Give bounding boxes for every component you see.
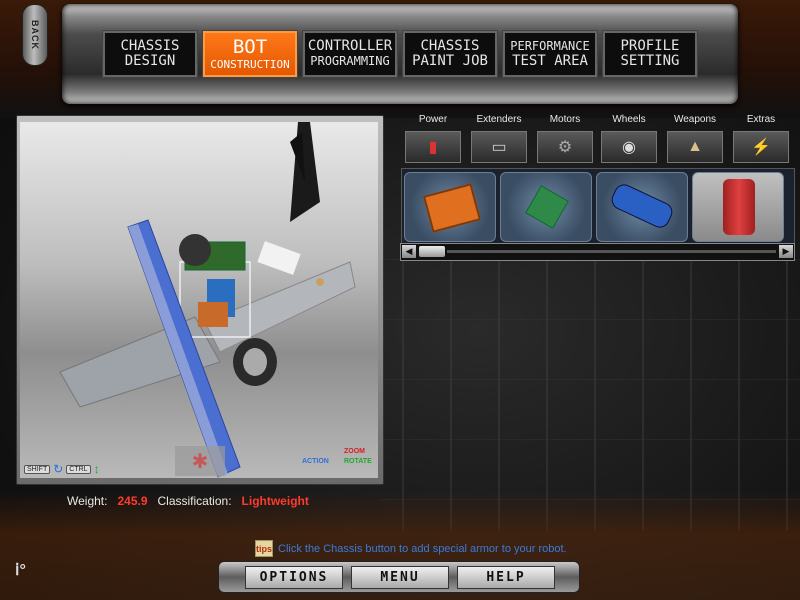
green-circuit-icon <box>525 185 569 229</box>
category-motors[interactable]: Motors ⚙ <box>534 114 596 163</box>
profile-setting-button[interactable]: PROFILE SETTING <box>602 30 698 78</box>
weight-value: 245.9 <box>117 494 148 508</box>
category-extras[interactable]: Extras ⚡ <box>730 114 792 163</box>
motor-icon: ⚙ <box>537 131 593 163</box>
part-slot-pump[interactable] <box>596 172 688 242</box>
bot-construction-button[interactable]: BOT CONSTRUCTION <box>202 30 298 78</box>
pump-icon <box>608 181 676 231</box>
nav-label-line1: BOT <box>232 35 268 58</box>
motor-wheel <box>179 234 211 266</box>
ctrl-key: CTRL <box>66 464 91 474</box>
back-button[interactable]: BACK <box>22 4 48 66</box>
weight-label: Weight: <box>67 494 108 508</box>
part-slot-green-circuit[interactable] <box>500 172 592 242</box>
shift-key: SHIFT <box>24 464 51 474</box>
tips-icon: tips <box>255 540 273 557</box>
nav-label-line2: PAINT JOB <box>412 53 488 69</box>
robot-3d-viewport[interactable] <box>20 122 378 478</box>
performance-test-area-button[interactable]: PERFORMANCE TEST AREA <box>502 30 598 78</box>
part-category-row: Power ▮ Extenders ▭ Motors ⚙ Wheels ◉ We… <box>402 114 794 168</box>
part-slot-canister[interactable] <box>692 172 784 242</box>
nav-label-line1: CONTROLLER <box>307 38 393 54</box>
part-tray-scrollbar[interactable]: ◀ ▶ <box>400 243 795 261</box>
bottom-menu-bar: OPTIONS MENU HELP <box>218 561 580 593</box>
zoom-label: ZOOM <box>344 448 365 455</box>
circuit-board-part <box>198 302 228 327</box>
category-label: Motors <box>549 114 581 125</box>
chassis-paint-job-button[interactable]: CHASSIS PAINT JOB <box>402 30 498 78</box>
help-button[interactable]: HELP <box>457 566 555 589</box>
category-label: Wheels <box>612 114 646 125</box>
category-weapons[interactable]: Weapons ▲ <box>664 114 726 163</box>
category-label: Extras <box>746 114 776 125</box>
category-label: Extenders <box>476 114 522 125</box>
extras-icon: ⚡ <box>733 131 789 163</box>
action-label: ACTION <box>302 458 329 465</box>
menu-button[interactable]: MENU <box>351 566 449 589</box>
circuit-background <box>380 250 800 530</box>
controller-programming-button[interactable]: CONTROLLER PROGRAMMING <box>302 30 398 78</box>
rotate-hint: SHIFT ↻ CTRL ↕ <box>24 462 100 476</box>
tip-text: Click the Chassis button to add special … <box>278 542 567 555</box>
rotate-label: ROTATE <box>344 458 372 465</box>
nav-label-line2: TEST AREA <box>512 53 588 69</box>
scroll-thumb[interactable] <box>419 246 445 257</box>
robot-status: Weight: 245.9 Classification: Lightweigh… <box>67 494 309 508</box>
part-tray <box>401 168 795 244</box>
classification-value: Lightweight <box>241 494 309 508</box>
nav-label-line1: PERFORMANCE <box>510 39 590 53</box>
game-logo-icon: ⅰ° <box>15 562 26 579</box>
category-label: Weapons <box>673 114 717 125</box>
robot-model <box>59 122 356 478</box>
part-slot-orange-board[interactable] <box>404 172 496 242</box>
nav-label-line1: CHASSIS <box>120 38 180 54</box>
chassis-design-button[interactable]: CHASSIS DESIGN <box>102 30 198 78</box>
category-power[interactable]: Power ▮ <box>402 114 464 163</box>
extender-block <box>257 241 301 275</box>
nav-label-line2: SETTING <box>620 53 680 69</box>
orange-board-icon <box>422 183 482 233</box>
category-wheels[interactable]: Wheels ◉ <box>598 114 660 163</box>
classification-label: Classification: <box>157 494 232 508</box>
extender-bar-icon: ▭ <box>471 131 527 163</box>
nav-label-line2: DESIGN <box>124 53 176 69</box>
scroll-left-arrow-icon[interactable]: ◀ <box>402 245 416 258</box>
viewport-thumbnail: ✱ <box>175 446 225 476</box>
nav-label-line1: PROFILE <box>620 38 680 54</box>
spike-weapon <box>290 122 320 222</box>
rotate-arrow-icon: ↻ <box>53 462 64 476</box>
scroll-track <box>447 250 776 253</box>
nav-label-line2: PROGRAMMING <box>310 54 390 68</box>
battery-icon: ▮ <box>405 131 461 163</box>
category-label: Power <box>418 114 448 125</box>
category-extenders[interactable]: Extenders ▭ <box>468 114 530 163</box>
vertical-arrow-icon: ↕ <box>93 462 100 476</box>
canister-icon <box>723 179 755 235</box>
nav-label-line2: CONSTRUCTION <box>210 57 290 71</box>
main-nav: CHASSIS DESIGN BOT CONSTRUCTION CONTROLL… <box>102 30 698 78</box>
scroll-right-arrow-icon[interactable]: ▶ <box>779 245 793 258</box>
mouse-action-hint: ACTION ZOOM ROTATE <box>302 448 382 472</box>
tip-bar: tips Click the Chassis button to add spe… <box>255 540 567 557</box>
nav-label-line1: CHASSIS <box>420 38 480 54</box>
weapon-icon: ▲ <box>667 131 723 163</box>
options-button[interactable]: OPTIONS <box>245 566 343 589</box>
wheel-icon: ◉ <box>601 131 657 163</box>
